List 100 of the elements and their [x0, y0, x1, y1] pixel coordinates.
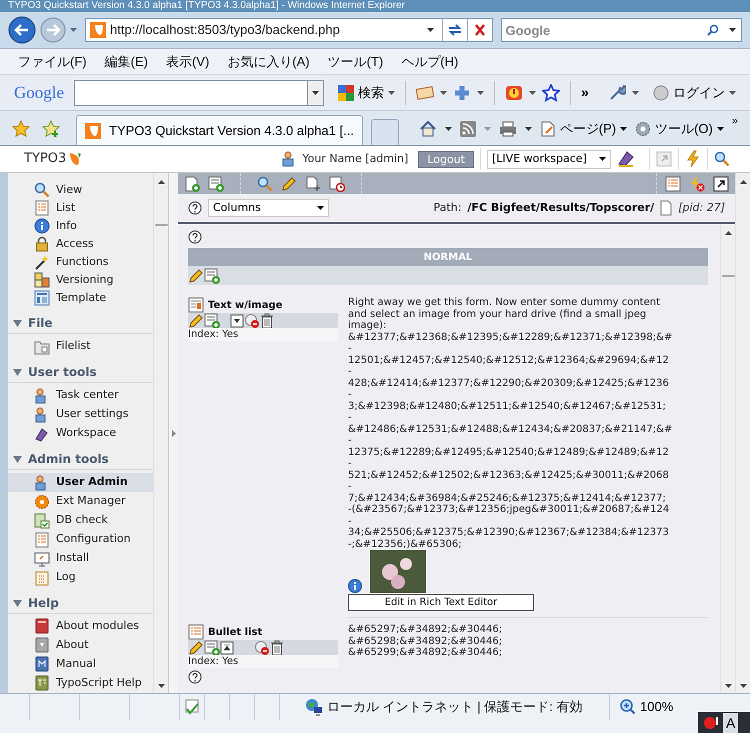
info-icon: [34, 218, 50, 234]
sidebar-item[interactable]: Task center: [8, 386, 153, 406]
add-favorite-icon[interactable]: [42, 120, 60, 138]
sidebar-item[interactable]: Ext Manager: [8, 492, 153, 512]
trash-icon[interactable]: [270, 640, 284, 656]
sidebar-item[interactable]: Functions: [8, 253, 153, 272]
help-icon[interactable]: [188, 230, 202, 244]
new-page-icon[interactable]: [184, 176, 200, 192]
new-record-icon[interactable]: [204, 268, 220, 284]
caret-icon: [599, 157, 606, 161]
favorites-star-icon[interactable]: [12, 120, 30, 138]
sidebar-item[interactable]: Filelist: [8, 337, 153, 356]
sidebar-item[interactable]: DB check: [8, 511, 153, 530]
sidebar-item[interactable]: Access: [8, 235, 153, 254]
sidebar-item[interactable]: About modules: [8, 616, 153, 636]
menu-item[interactable]: 編集(E): [104, 52, 148, 72]
up-arrow-icon: [740, 180, 746, 184]
sidebar-item[interactable]: Install: [8, 549, 153, 568]
sidebar-item[interactable]: Log: [8, 568, 153, 588]
workspace-icon[interactable]: [617, 150, 635, 168]
move-up-icon[interactable]: [220, 640, 234, 654]
sidebar-item[interactable]: Info: [8, 217, 153, 236]
sidebar-item[interactable]: Template: [8, 289, 153, 308]
sidebar-item[interactable]: User settings: [8, 405, 153, 424]
rich-text-editor-button[interactable]: Edit in Rich Text Editor: [348, 594, 534, 611]
printer-icon[interactable]: [498, 121, 517, 137]
home-icon[interactable]: [418, 120, 437, 138]
scrollbar[interactable]: [153, 173, 168, 693]
zoom-button[interactable]: 100%: [610, 697, 674, 717]
page-menu-button[interactable]: ページ(P): [540, 119, 628, 139]
trash-icon[interactable]: [260, 312, 274, 328]
expanded-triangle-icon: [13, 368, 22, 377]
browser-tab[interactable]: TYPO3 Quickstart Version 4.3.0 alpha1 [...: [76, 115, 363, 145]
sidebar-item[interactable]: Manual: [8, 654, 153, 674]
sidebar-item[interactable]: TypoScript Help: [8, 674, 153, 693]
magnifier-icon[interactable]: [257, 176, 273, 192]
ime-mode[interactable]: A: [723, 713, 738, 733]
menu-item[interactable]: ツール(T): [328, 52, 384, 72]
open-window-icon[interactable]: [713, 176, 729, 192]
sidebar-item[interactable]: Configuration: [8, 530, 153, 550]
rss-icon[interactable]: [460, 121, 476, 137]
help-icon[interactable]: [188, 670, 202, 684]
address-field[interactable]: http://localhost:8503/typo3/backend.php: [85, 18, 492, 42]
hide-icon[interactable]: [254, 640, 270, 656]
login-button[interactable]: ログイン: [653, 82, 736, 102]
alert-icon[interactable]: [505, 84, 524, 102]
circle-icon: [653, 84, 669, 100]
scrollbar[interactable]: [720, 224, 735, 693]
new-record-icon[interactable]: [208, 176, 224, 192]
view-select[interactable]: Columns: [208, 199, 329, 217]
security-zone: ローカル イントラネット | 保護モード: 有効: [327, 698, 582, 716]
move-page-icon[interactable]: [305, 176, 321, 192]
sidebar-item[interactable]: Workspace: [8, 424, 153, 444]
toolbar-search-field[interactable]: [74, 80, 324, 106]
menu-item[interactable]: ファイル(F): [18, 52, 87, 72]
card-icon[interactable]: [416, 86, 434, 100]
search-icon[interactable]: [714, 151, 730, 167]
checkmark-window-icon: [34, 512, 50, 529]
scrollbar[interactable]: [735, 173, 750, 693]
page-path: /FC Bigfeet/Results/Topscorer/: [467, 200, 654, 216]
sidebar-item[interactable]: About: [8, 636, 153, 655]
hide-icon[interactable]: [244, 312, 260, 328]
search-button[interactable]: 検索: [338, 82, 396, 102]
workspace-select[interactable]: [LIVE workspace]: [487, 150, 611, 168]
page-icon: [540, 121, 556, 137]
back-button[interactable]: [8, 16, 36, 44]
list-view-icon[interactable]: [665, 176, 681, 192]
search-field[interactable]: Google: [500, 18, 742, 42]
plus-icon[interactable]: [453, 84, 472, 102]
page-id: [pid: 27]: [678, 200, 725, 216]
clipboard-icon: [34, 570, 50, 586]
sidebar-item[interactable]: User Admin: [8, 473, 153, 492]
globe-monitor-icon: [305, 698, 323, 716]
more-button[interactable]: »: [581, 82, 589, 103]
menu-item[interactable]: お気に入り(A): [227, 52, 310, 72]
new-record-icon[interactable]: [204, 640, 220, 656]
menu-item[interactable]: 表示(V): [166, 52, 210, 72]
clear-cache-icon[interactable]: [689, 176, 705, 192]
new-record-icon[interactable]: [204, 312, 220, 328]
sidebar-item[interactable]: Versioning: [8, 271, 153, 290]
help-icon[interactable]: [188, 201, 202, 215]
wrench-icon[interactable]: [608, 84, 626, 102]
typo3-icon: [85, 122, 101, 138]
sidebar-item[interactable]: List: [8, 199, 153, 218]
menu-item[interactable]: ヘルプ(H): [401, 52, 458, 72]
move-down-icon[interactable]: [230, 314, 244, 328]
body-text: Right away we get this form. Now enter some dummy content and select an image from your hard drive (find a small jpeg image): &#12377;&#12368;&#12395;&#12289;&#12371;&#12398;&# - 12501;&#12457;&#12540;&#12512;&#12364;&#29694;&#12 - 428;&#12414;&#12377;&#12290;&#20309;&#12425;&#1236 - 3;&#12398;&#12480;&#12511;&#12540;&#12467;&#12531; - &#12486;&#12531;&#12488;&#12434;&#20837;&#21147;&# - 12375;&#12289;&#12495;&#12540;&#12489;&#12489;&#12 - 521;&#12452;&#12502;&#12363;&#12425;&#30011;&#2068 - 7;&#12434;&#36984;&#25246;&#12375;&#12414;&#12377; -(&#23567;&#12373;&#12356;jpeg&#30011;&#20687;&#124 - 34;&#25506;&#12375;&#12390;&#12367;&#12384;&#12373 -;&#12356;)&#65306;: [348, 297, 674, 550]
text-image-icon: [188, 297, 204, 313]
history-icon[interactable]: [329, 176, 345, 192]
more-button[interactable]: »: [732, 113, 738, 130]
search-icon[interactable]: [707, 24, 719, 36]
sidebar-item[interactable]: View: [8, 181, 153, 200]
star-icon[interactable]: [542, 84, 560, 102]
book-icon: [34, 656, 50, 672]
tools-menu-button[interactable]: ツール(O): [635, 119, 724, 139]
page-icon: [660, 200, 672, 216]
lightning-icon[interactable]: [685, 150, 701, 168]
typo3-icon: [90, 22, 106, 38]
pencil-icon[interactable]: [281, 176, 297, 192]
expanded-triangle-icon: [13, 318, 22, 328]
